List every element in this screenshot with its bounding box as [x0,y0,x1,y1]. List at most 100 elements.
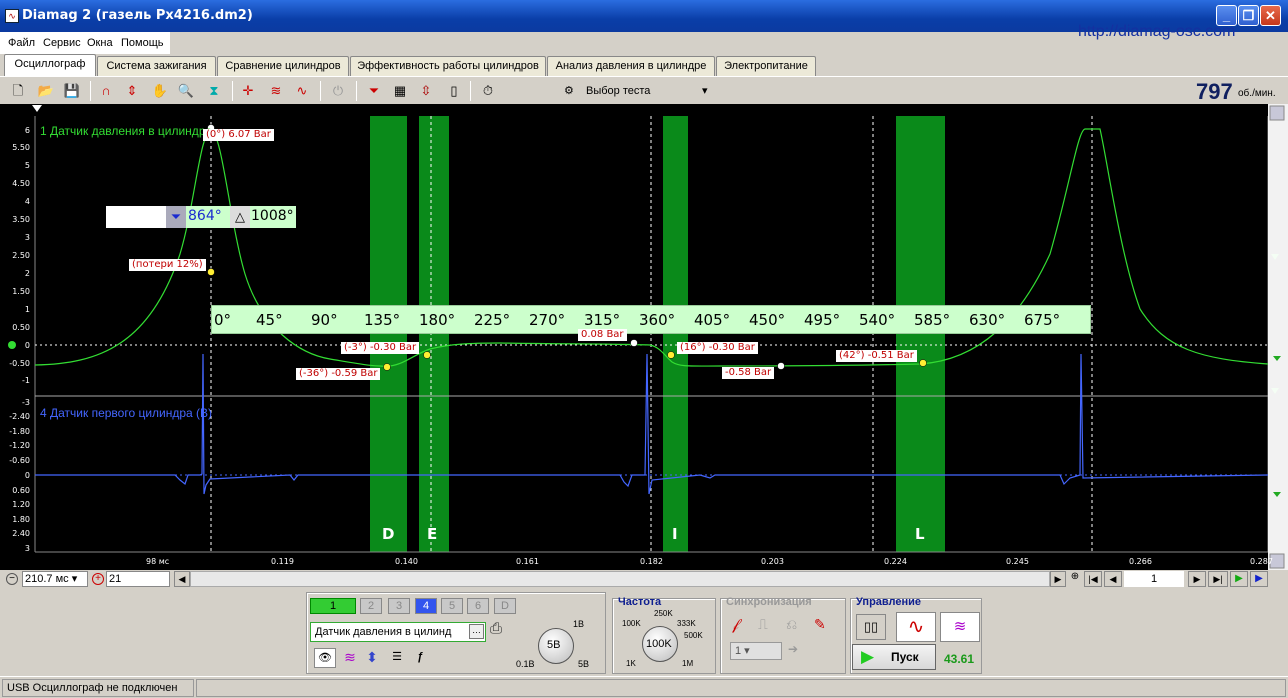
tab-power[interactable]: Электропитание [716,56,816,76]
frequency-label: 1K [626,659,636,668]
angle-range-box[interactable]: -144° ⏷ 864° △ 1008° [106,206,296,228]
channel-4-button[interactable]: 4 [415,598,437,614]
funnel-icon[interactable]: ⏷ [364,81,384,101]
knob-top-label: 1В [573,619,585,629]
ch4-tick: 3 [24,544,30,553]
sync-auto-icon[interactable]: ✎ [814,616,826,633]
tab-cylinder-compare[interactable]: Сравнение цилиндров [217,56,349,76]
tab-pressure-analysis[interactable]: Анализ давления в цилиндре [547,56,715,76]
channel-3-button[interactable]: 3 [388,598,410,614]
knob-min-label: 0.1В [516,659,535,669]
first-page-button[interactable]: |◀ [1084,571,1102,587]
marker-label: (16°) -0.30 Bar [677,342,758,354]
channel-d-button[interactable]: D [494,598,516,614]
degree-tick: 495° [804,311,841,329]
tab-oscilloscope[interactable]: Осциллограф [4,54,96,76]
marker-label: 0.08 Bar [578,329,627,341]
sensor-select[interactable]: Датчик давления в цилинд [310,622,486,642]
ch1-tick: 0 [24,341,30,350]
zoom-in-icon[interactable]: + [92,573,104,585]
more-button[interactable]: … [469,624,484,639]
page-number[interactable]: 1 [1124,571,1184,587]
time-tick: 0.119 [271,557,294,566]
vertical-cursor-icon[interactable]: ⇕ [122,81,142,101]
function-icon[interactable]: ƒ [410,648,430,668]
h-scrollbar[interactable] [190,571,1050,587]
split-icon[interactable]: ⇳ [416,81,436,101]
cross-cursor-icon[interactable]: ✛ [238,81,258,101]
wave-icon[interactable]: ≋ [340,648,360,668]
sine-mode-button[interactable]: ∿ [896,612,936,642]
tab-cylinder-efficiency[interactable]: Эффективность работы цилиндров [350,56,546,76]
notes-icon[interactable]: ▯ [444,81,464,101]
marker-label: (-3°) -0.30 Bar [341,342,420,354]
degree-tick: 45° [256,311,283,329]
degree-tick: 90° [311,311,338,329]
play-green-button[interactable]: ▶ [1230,571,1248,587]
timebase-select[interactable]: 210.7 мс ▾ [22,571,88,587]
next-page-button[interactable]: ▶ [1188,571,1206,587]
open-folder-icon[interactable]: 📂 [36,81,56,101]
time-tick: 0.245 [1006,557,1029,566]
degree-scale: 0° 45° 90° 135° 180° 225° 270° 315° 360°… [211,305,1091,334]
auto-clock-icon[interactable]: ⏱ [478,81,498,101]
time-tick: 98 мс [146,557,170,566]
filter-icon[interactable]: ⧗ [204,81,224,101]
frequency-label: 100K [622,619,641,628]
menu-service[interactable]: Сервис [43,37,81,49]
channel-2-button[interactable]: 2 [360,598,382,614]
falling-edge-icon[interactable]: ⎌ [786,616,797,633]
ch1-tick: 1 [24,305,30,314]
rising-edge-icon[interactable]: 𝒻 [732,616,739,633]
multi-wave-button[interactable]: ≋ [940,612,980,642]
scroll-right-button[interactable]: ▶ [1050,571,1066,587]
eye-icon[interactable]: 👁 [314,648,336,668]
arc-cursor-icon[interactable]: ∩ [96,81,116,101]
last-page-button[interactable]: ▶| [1208,571,1228,587]
time-tick: 0.161 [516,557,539,566]
pause-button[interactable]: ▯▯ [856,614,886,640]
wave-overlay-icon[interactable]: ≋ [266,81,286,101]
menu-bar: Файл Сервис Окна Помощь [0,32,170,54]
new-file-icon[interactable]: 🗋 [8,81,28,101]
tab-ignition[interactable]: Система зажигания [97,56,216,76]
sync-channel-select[interactable]: 1 ▾ [730,642,782,660]
sensor-config-icon[interactable]: ⎙ [490,620,510,642]
ch1-tick: 5 [24,161,30,170]
scope-plot [8,104,1288,570]
maximize-button[interactable]: ❐ [1238,5,1259,26]
ch4-tick: 1.20 [12,500,30,509]
channel-6-button[interactable]: 6 [467,598,489,614]
vertical-arrows-icon[interactable]: ⬍ [362,648,382,668]
menu-file[interactable]: Файл [8,37,35,49]
pulse-icon[interactable]: ⎍ [758,616,768,633]
auto-trigger-icon[interactable]: ⏻ [328,81,348,101]
channel-5-button[interactable]: 5 [441,598,463,614]
channel-1-button[interactable]: 1 [310,598,356,614]
play-blue-button[interactable]: ▶ [1250,571,1268,587]
hand-pan-icon[interactable]: ✋ [150,81,170,101]
sync-arrows-icon[interactable]: ➔ [788,642,798,656]
prev-page-button[interactable]: ◀ [1104,571,1122,587]
degree-tick: 270° [529,311,566,329]
menu-help[interactable]: Помощь [121,37,164,49]
scroll-left-button[interactable]: ◀ [174,571,190,587]
menu-windows[interactable]: Окна [87,37,113,49]
sync-group [720,598,846,674]
zoom-icon[interactable]: 🔍 [176,81,196,101]
close-button[interactable]: ✕ [1260,5,1281,26]
wave-split-icon[interactable]: ∿ [292,81,312,101]
degree-tick: 675° [1024,311,1061,329]
save-icon[interactable]: 💾 [62,81,82,101]
oscilloscope-view[interactable] [0,104,1288,570]
grid-icon[interactable]: ▦ [390,81,410,101]
test-select[interactable]: ⚙ Выбор теста ▾ [558,80,716,102]
degree-tick: 540° [859,311,896,329]
add-icon[interactable]: ⊕ [1068,571,1082,587]
start-button[interactable]: ▶ Пуск [852,644,936,670]
lines-icon[interactable]: ☰ [386,648,408,668]
zoom-out-icon[interactable]: − [6,573,18,585]
ch4-tick: 1.80 [12,515,30,524]
count-select[interactable]: 21 [106,571,170,587]
site-url[interactable]: http://diamag-osc.com [1078,23,1235,41]
